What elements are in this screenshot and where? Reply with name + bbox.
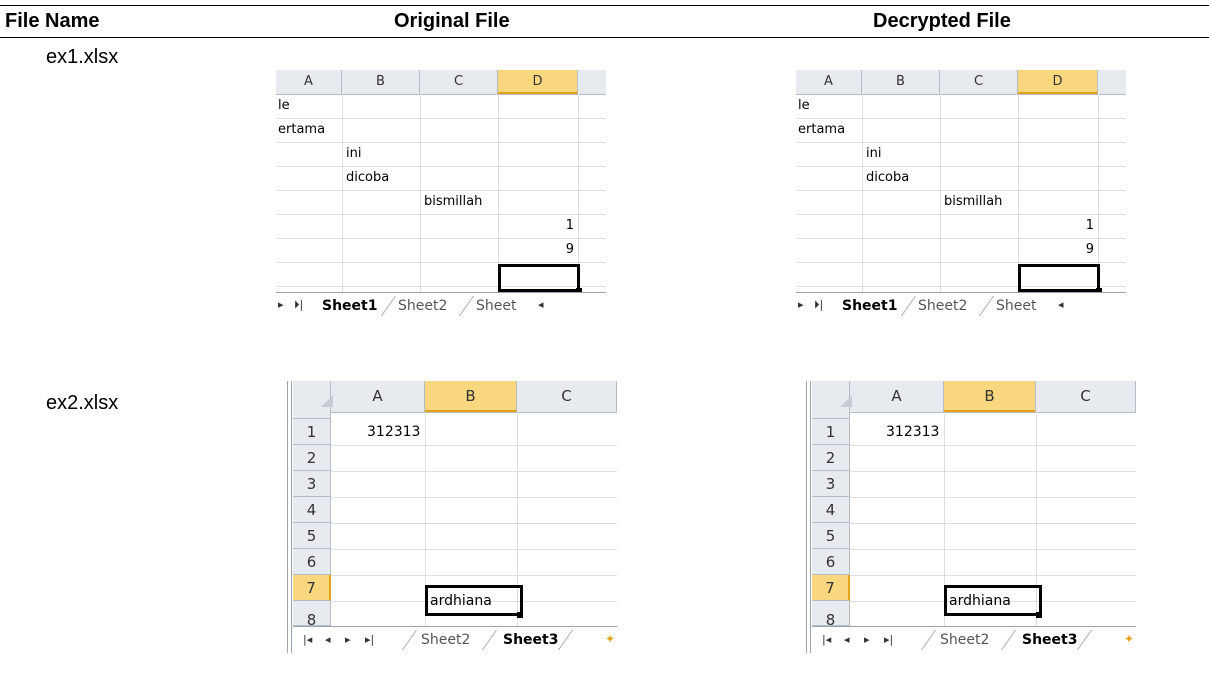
tab-sheet3[interactable]: Sheet (990, 296, 1042, 316)
row-header-4[interactable]: 4 (293, 497, 331, 523)
column-header-a[interactable]: A (796, 70, 862, 94)
sheet-tab-bar: |◂ ◂ ▸ ▸| Sheet2 Sheet3 ✦ (293, 626, 617, 653)
cell-d6[interactable]: 1 (1018, 214, 1094, 238)
sheet-tab-bar: ▸ ⏵| Sheet1 Sheet2 Sheet ◂ (276, 292, 606, 319)
cell-d7[interactable]: 9 (1018, 238, 1094, 262)
row-header-8[interactable]: 8 (812, 601, 850, 626)
select-all-corner[interactable] (812, 381, 852, 412)
column-header-c[interactable]: C (517, 381, 617, 412)
cell-b3[interactable]: ini (346, 142, 361, 166)
last-sheet-icon[interactable]: ▸| (365, 633, 374, 646)
column-header-b[interactable]: B (944, 381, 1036, 412)
file-name-ex1: ex1.xlsx (46, 46, 119, 68)
cell-a2[interactable]: ertama (798, 118, 845, 142)
next-sheet-icon[interactable]: ▸ (798, 298, 804, 311)
active-cell-box[interactable] (1018, 264, 1100, 292)
prev-sheet-icon[interactable]: ◂ (325, 633, 331, 646)
ex2-original-spreadsheet: A B C 1 2 3 4 5 6 7 8 312313 ardhiana |◂… (287, 381, 617, 653)
cell-a1[interactable]: 312313 (367, 419, 420, 445)
file-name-ex2: ex2.xlsx (46, 392, 119, 414)
cell-d7[interactable]: 9 (498, 238, 574, 262)
row-header-2[interactable]: 2 (293, 445, 331, 471)
tab-scroll-icon[interactable]: ◂ (1058, 298, 1064, 311)
column-header-b[interactable]: B (342, 70, 420, 94)
next-sheet-icon[interactable]: ▸ (278, 298, 284, 311)
cell-b7[interactable]: ardhiana (949, 588, 1011, 614)
column-header-b[interactable]: B (425, 381, 517, 412)
cell-c5[interactable]: bismillah (424, 190, 482, 214)
insert-sheet-icon[interactable]: ✦ (605, 632, 615, 646)
row-header-1[interactable]: 1 (293, 419, 331, 445)
insert-sheet-icon[interactable]: ✦ (1124, 632, 1134, 646)
row-header-1[interactable]: 1 (812, 419, 850, 445)
prev-sheet-icon[interactable]: ◂ (844, 633, 850, 646)
cell-d6[interactable]: 1 (498, 214, 574, 238)
first-sheet-icon[interactable]: |◂ (303, 633, 312, 646)
header-decrypted-file: Decrypted File (873, 10, 1011, 32)
tab-sheet3[interactable]: Sheet3 (497, 630, 564, 650)
cell-c5[interactable]: bismillah (944, 190, 1002, 214)
select-all-corner[interactable] (293, 381, 333, 412)
column-header-b[interactable]: B (862, 70, 940, 94)
tab-sheet2[interactable]: Sheet2 (415, 630, 476, 650)
column-header-c[interactable]: C (940, 70, 1018, 94)
ex1-decrypted-spreadsheet: A B C D le ertama ini dicoba bismillah 1… (796, 70, 1126, 332)
active-cell-box[interactable] (498, 264, 580, 292)
ex1-original-spreadsheet: A B C D le ertama ini dicoba bismillah 1… (276, 70, 606, 332)
row-header-3[interactable]: 3 (293, 471, 331, 497)
tab-scroll-icon[interactable]: ◂ (538, 298, 544, 311)
column-header-row: A B C D (276, 70, 606, 95)
cell-b7[interactable]: ardhiana (430, 588, 492, 614)
table-top-rule (0, 5, 1209, 6)
row-header-4[interactable]: 4 (812, 497, 850, 523)
row-header-7[interactable]: 7 (812, 575, 850, 601)
last-sheet-icon[interactable]: ▸| (884, 633, 893, 646)
sheet-tab-bar: ▸ ⏵| Sheet1 Sheet2 Sheet ◂ (796, 292, 1126, 319)
tab-sheet1[interactable]: Sheet1 (316, 296, 383, 316)
column-header-c[interactable]: C (1036, 381, 1136, 412)
first-sheet-icon[interactable]: |◂ (822, 633, 831, 646)
row-header-2[interactable]: 2 (812, 445, 850, 471)
header-file-name: File Name (5, 10, 100, 32)
cell-b3[interactable]: ini (866, 142, 881, 166)
row-header-8[interactable]: 8 (293, 601, 331, 626)
table-header-rule (0, 37, 1209, 38)
column-header-d[interactable]: D (498, 70, 578, 94)
tab-sheet2[interactable]: Sheet2 (934, 630, 995, 650)
last-sheet-icon[interactable]: ⏵| (814, 298, 823, 312)
column-header-d[interactable]: D (1018, 70, 1098, 94)
cell-b4[interactable]: dicoba (346, 166, 389, 190)
next-sheet-icon[interactable]: ▸ (345, 633, 351, 646)
ex2-decrypted-spreadsheet: A B C 1 2 3 4 5 6 7 8 312313 ardhiana |◂… (806, 381, 1136, 653)
sheet-tab-bar: |◂ ◂ ▸ ▸| Sheet2 Sheet3 ✦ (812, 626, 1136, 653)
fill-handle[interactable] (517, 612, 523, 618)
tab-sheet2[interactable]: Sheet2 (912, 296, 973, 316)
column-header-c[interactable]: C (420, 70, 498, 94)
cell-b4[interactable]: dicoba (866, 166, 909, 190)
cell-a1[interactable]: le (278, 94, 290, 118)
tab-sheet1[interactable]: Sheet1 (836, 296, 903, 316)
column-header-a[interactable]: A (276, 70, 342, 94)
last-sheet-icon[interactable]: ⏵| (294, 298, 303, 312)
fill-handle[interactable] (1036, 612, 1042, 618)
row-header-7[interactable]: 7 (293, 575, 331, 601)
row-header-6[interactable]: 6 (812, 549, 850, 575)
column-header-row: A B C D (796, 70, 1126, 95)
row-header-3[interactable]: 3 (812, 471, 850, 497)
tab-sheet2[interactable]: Sheet2 (392, 296, 453, 316)
tab-sheet3[interactable]: Sheet (470, 296, 522, 316)
header-original-file: Original File (394, 10, 510, 32)
next-sheet-icon[interactable]: ▸ (864, 633, 870, 646)
cell-a1[interactable]: le (798, 94, 810, 118)
row-header-5[interactable]: 5 (812, 523, 850, 549)
column-header-a[interactable]: A (850, 381, 944, 412)
row-header-6[interactable]: 6 (293, 549, 331, 575)
cell-a1[interactable]: 312313 (886, 419, 939, 445)
row-header-5[interactable]: 5 (293, 523, 331, 549)
column-header-a[interactable]: A (331, 381, 425, 412)
cell-a2[interactable]: ertama (278, 118, 325, 142)
tab-sheet3[interactable]: Sheet3 (1016, 630, 1083, 650)
